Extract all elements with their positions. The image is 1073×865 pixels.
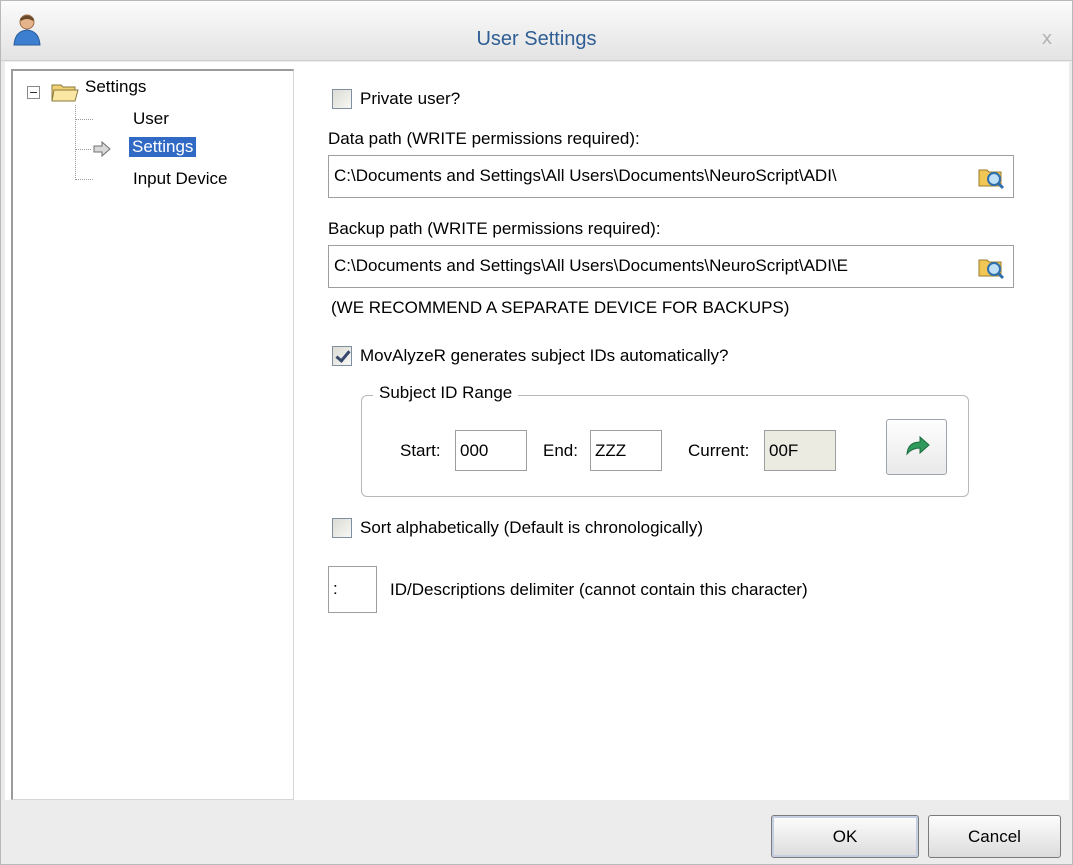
- tree-item-settings[interactable]: Settings: [129, 137, 197, 157]
- ok-button[interactable]: OK: [771, 815, 919, 858]
- private-user-checkbox[interactable]: [332, 89, 352, 109]
- auto-ids-label: MovAlyzeR generates subject IDs automati…: [360, 346, 729, 365]
- browse-folder-icon[interactable]: [977, 254, 1005, 280]
- subject-id-range-legend: Subject ID Range: [373, 383, 519, 403]
- window-title: User Settings: [476, 28, 597, 50]
- start-input[interactable]: 000: [455, 430, 527, 471]
- sort-alpha-label: Sort alphabetically (Default is chronolo…: [360, 518, 703, 537]
- folder-icon: [51, 84, 79, 102]
- sort-alpha-checkbox[interactable]: [332, 518, 352, 538]
- current-label: Current:: [688, 441, 750, 460]
- arrow-right-icon: [93, 141, 111, 157]
- refresh-button[interactable]: [886, 419, 947, 475]
- backup-path-label: Backup path (WRITE permissions required)…: [328, 219, 661, 238]
- data-path-field[interactable]: C:\Documents and Settings\All Users\Docu…: [328, 155, 1014, 198]
- close-button[interactable]: x: [1036, 28, 1058, 50]
- backup-note: (WE RECOMMEND A SEPARATE DEVICE FOR BACK…: [331, 298, 790, 317]
- auto-ids-checkbox[interactable]: [332, 346, 352, 366]
- tree-connector: [75, 105, 76, 180]
- tree-root-settings[interactable]: Settings: [85, 77, 146, 97]
- current-value-field: 00F: [764, 430, 836, 471]
- delimiter-input[interactable]: :: [328, 566, 377, 613]
- user-settings-dialog: User Settings x Settings User Settings I…: [0, 0, 1073, 865]
- tree-connector: [75, 179, 93, 180]
- delimiter-label: ID/Descriptions delimiter (cannot contai…: [390, 580, 808, 599]
- backup-path-field[interactable]: C:\Documents and Settings\All Users\Docu…: [328, 245, 1014, 288]
- tree-item-user[interactable]: User: [133, 109, 169, 129]
- end-input[interactable]: ZZZ: [590, 430, 662, 471]
- tree-connector: [75, 149, 91, 150]
- title-bar: User Settings x: [1, 1, 1072, 61]
- settings-tree: Settings User Settings Input Device: [11, 69, 294, 800]
- tree-connector: [75, 119, 93, 120]
- backup-path-value: C:\Documents and Settings\All Users\Docu…: [334, 256, 848, 275]
- end-label: End:: [543, 441, 578, 460]
- start-label: Start:: [400, 441, 441, 460]
- subject-id-range-group: [361, 395, 969, 497]
- private-user-label: Private user?: [360, 89, 461, 108]
- data-path-label: Data path (WRITE permissions required):: [328, 129, 640, 148]
- refresh-icon: [906, 435, 930, 456]
- collapse-toggle[interactable]: [27, 86, 40, 99]
- cancel-button[interactable]: Cancel: [928, 815, 1061, 858]
- browse-folder-icon[interactable]: [977, 164, 1005, 190]
- tree-item-input-device[interactable]: Input Device: [133, 169, 228, 189]
- data-path-value: C:\Documents and Settings\All Users\Docu…: [334, 166, 837, 185]
